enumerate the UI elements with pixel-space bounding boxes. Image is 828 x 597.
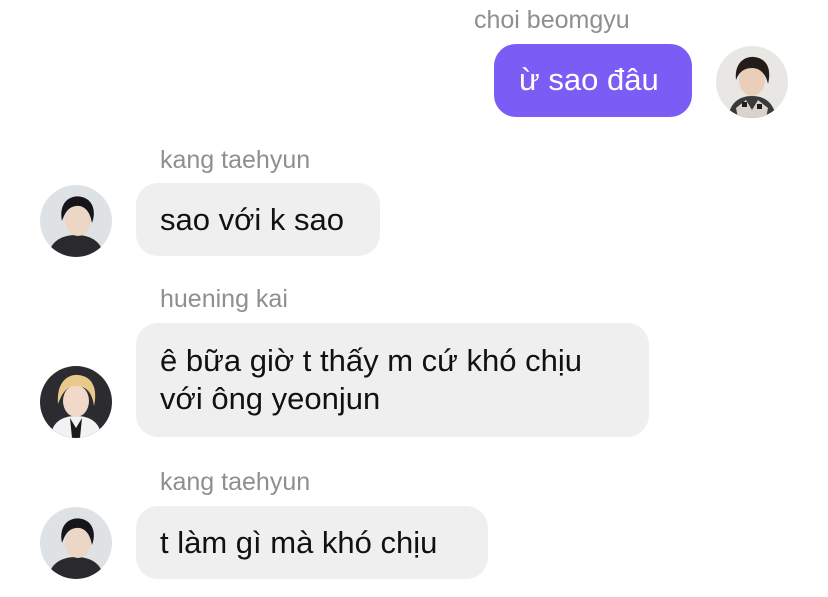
- avatar-photo: [40, 185, 112, 257]
- avatar-photo: [40, 507, 112, 579]
- message-bubble-incoming[interactable]: ê bữa giờ t thấy m cứ khó chịu với ông y…: [136, 323, 649, 437]
- message-text: sao với k sao: [160, 202, 345, 237]
- message-bubble-incoming[interactable]: t làm gì mà khó chịu: [136, 506, 488, 579]
- message-bubble-outgoing[interactable]: ừ sao đâu: [494, 44, 692, 117]
- message-text: t làm gì mà khó chịu: [160, 525, 438, 560]
- sender-name: choi beomgyu: [474, 6, 630, 34]
- avatar-photo: [40, 366, 112, 438]
- sender-name: kang taehyun: [160, 146, 311, 174]
- user-avatar-icon[interactable]: [40, 366, 112, 438]
- message-text-line: với ông yeonjun: [160, 381, 381, 416]
- message-text-line: ê bữa giờ t thấy m cứ khó chịu: [160, 343, 582, 378]
- sender-name: huening kai: [160, 285, 288, 313]
- avatar-photo: [716, 46, 788, 118]
- user-avatar-icon[interactable]: [716, 46, 788, 118]
- user-avatar-icon[interactable]: [40, 507, 112, 579]
- user-avatar-icon[interactable]: [40, 185, 112, 257]
- message-bubble-incoming[interactable]: sao với k sao: [136, 183, 380, 256]
- message-text: ừ sao đâu: [519, 62, 659, 97]
- sender-name: kang taehyun: [160, 468, 311, 496]
